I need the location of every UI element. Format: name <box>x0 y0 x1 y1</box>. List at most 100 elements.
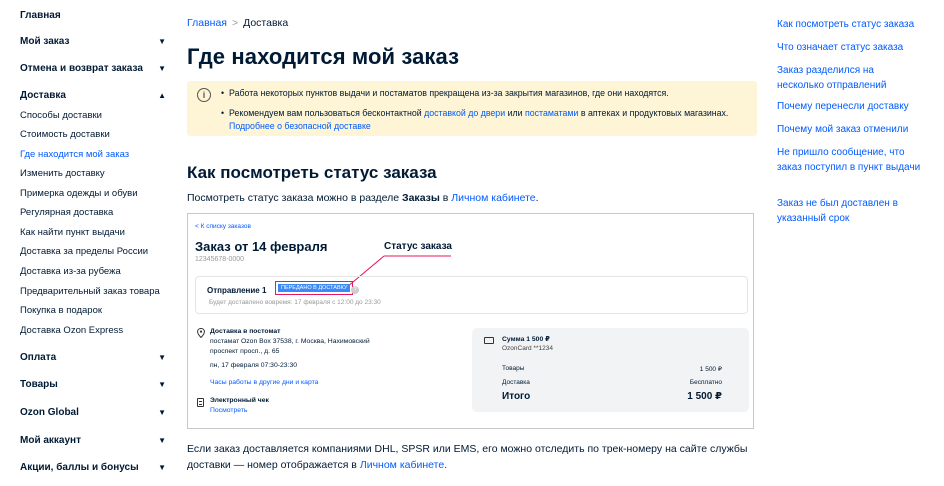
sidebar-section-delivery[interactable]: Доставка ▲ <box>20 89 166 103</box>
hours-map-link: Часы работы в другие дни и карта <box>210 379 319 386</box>
sidebar-section-label: Товары <box>20 379 58 390</box>
sidebar-section-payment[interactable]: Оплата ▼ <box>20 351 166 365</box>
order-number: 12345678-0000 <box>195 256 245 263</box>
chevron-down-icon: ▼ <box>158 380 166 389</box>
sidebar-section-label: Отмена и возврат заказа <box>20 63 143 74</box>
door-delivery-link[interactable]: доставкой до двери <box>424 108 505 118</box>
notice-list: Работа некоторых пунктов выдачи и постам… <box>221 87 751 133</box>
sidebar-section-label: Мой аккаунт <box>20 435 81 446</box>
toc-item-split-order[interactable]: Заказ разделился на несколько отправлени… <box>777 63 897 93</box>
breadcrumb: Главная > Доставка <box>187 17 288 29</box>
sidebar-item-delivery-methods[interactable]: Способы доставки <box>20 109 102 123</box>
sidebar-item-from-abroad[interactable]: Доставка из-за рубежа <box>20 265 121 279</box>
sidebar-section-account[interactable]: Мой аккаунт ▼ <box>20 434 166 448</box>
paragraph-bold: Заказы <box>402 192 440 204</box>
sidebar-section-label: Акции, баллы и бонусы <box>20 462 139 473</box>
shipment-card: Отправление 1 ПЕРЕДАНО В ДОСТАВКУ ? Буде… <box>195 276 748 314</box>
sidebar-section-label: Оплата <box>20 352 57 363</box>
card-number: OzonCard **1234 <box>502 345 553 352</box>
breadcrumb-current: Доставка <box>243 17 289 29</box>
notice-item: Работа некоторых пунктов выдачи и постам… <box>221 87 751 100</box>
order-title: Заказ от 14 февраля <box>195 239 328 254</box>
summary-total: Итого 1 500 ₽ <box>502 391 722 402</box>
sidebar-section-home[interactable]: Главная <box>20 9 166 23</box>
paragraph-text: Если заказ доставляется компаниями DHL, … <box>187 443 748 471</box>
summary-value: 1 500 ₽ <box>699 366 722 373</box>
personal-account-link[interactable]: Личном кабинете <box>360 459 444 471</box>
sidebar-section-ozon-global[interactable]: Ozon Global ▼ <box>20 406 166 420</box>
sidebar-section-label: Доставка <box>20 90 66 101</box>
sidebar-item-find-pickup[interactable]: Как найти пункт выдачи <box>20 226 125 240</box>
status-annotation: Статус заказа <box>384 241 452 252</box>
sidebar-item-regular-delivery[interactable]: Регулярная доставка <box>20 206 113 220</box>
sidebar-section-promotions[interactable]: Акции, баллы и бонусы ▼ <box>20 461 166 475</box>
sidebar-item-delivery-cost[interactable]: Стоимость доставки <box>20 128 110 142</box>
toc-item-not-delivered[interactable]: Заказ не был доставлен в указанный срок <box>777 196 917 226</box>
sum-title: Сумма 1 500 ₽ <box>502 336 550 343</box>
receipt-link: Посмотреть <box>210 407 248 414</box>
total-label: Итого <box>502 391 531 402</box>
info-icon: i <box>197 88 211 102</box>
sidebar-item-gift[interactable]: Покупка в подарок <box>20 304 102 318</box>
delivery-time: Будет доставлено вовремя: 17 февраля с 1… <box>209 299 381 306</box>
sidebar-section-label: Главная <box>20 10 61 21</box>
receipt-icon <box>197 398 204 407</box>
order-screenshot-illustration: < К списку заказов Заказ от 14 февраля 1… <box>187 213 754 429</box>
sidebar-section-goods[interactable]: Товары ▼ <box>20 378 166 392</box>
chevron-down-icon: ▼ <box>158 408 166 417</box>
sidebar-section-my-order[interactable]: Мой заказ ▼ <box>20 35 166 49</box>
chevron-down-icon: ▼ <box>158 64 166 73</box>
sidebar-item-preorder[interactable]: Предварительный заказ товара <box>20 285 160 299</box>
location-pin-icon <box>197 328 205 338</box>
toc-item-cancelled[interactable]: Почему мой заказ отменили <box>777 122 927 137</box>
sidebar-item-outside-russia[interactable]: Доставка за пределы России <box>20 245 148 259</box>
paragraph-text: в <box>439 192 452 204</box>
toc-item-no-message[interactable]: Не пришло сообщение, что заказ поступил … <box>777 145 925 175</box>
address-line: проспект просп., д. 65 <box>210 348 280 355</box>
breadcrumb-home-link[interactable]: Главная <box>187 17 227 29</box>
sidebar-item-fitting[interactable]: Примерка одежды и обуви <box>20 187 138 201</box>
summary-value: Бесплатно <box>689 379 722 386</box>
chevron-down-icon: ▼ <box>158 353 166 362</box>
status-highlight: ПЕРЕДАНО В ДОСТАВКУ <box>275 281 354 295</box>
shipment-label: Отправление 1 <box>207 286 267 295</box>
sidebar-item-ozon-express[interactable]: Доставка Ozon Express <box>20 324 123 338</box>
sidebar-section-label: Ozon Global <box>20 407 79 418</box>
status-paragraph: Посмотреть статус заказа можно в разделе… <box>187 192 539 204</box>
chevron-down-icon: ▼ <box>158 436 166 445</box>
notice-item: Рекомендуем вам пользоваться бесконтактн… <box>221 107 751 133</box>
personal-account-link[interactable]: Личном кабинете <box>451 192 535 204</box>
chevron-down-icon: ▼ <box>158 463 166 472</box>
status-badge: ПЕРЕДАНО В ДОСТАВКУ <box>278 284 351 292</box>
postamat-link[interactable]: постаматами <box>525 108 578 118</box>
safe-delivery-link[interactable]: Подробнее о безопасной доставке <box>229 121 371 131</box>
address-hours: пн, 17 февраля 07:30-23:30 <box>210 362 298 369</box>
notice-text: или <box>505 108 525 118</box>
toc-item-status[interactable]: Как посмотреть статус заказа <box>777 17 927 32</box>
paragraph-text: Посмотреть статус заказа можно в разделе <box>187 192 403 204</box>
summary-row: Доставка Бесплатно <box>502 379 722 386</box>
summary-label: Доставка <box>502 379 530 386</box>
breadcrumb-separator-icon: > <box>231 17 239 29</box>
toc-item-status-meaning[interactable]: Что означает статус заказа <box>777 40 927 55</box>
page-title: Где находится мой заказ <box>187 44 460 69</box>
chevron-up-icon: ▲ <box>158 91 166 100</box>
chevron-down-icon: ▼ <box>158 37 166 46</box>
sidebar-section-label: Мой заказ <box>20 36 70 47</box>
paragraph-text: . <box>535 192 539 204</box>
sidebar-section-cancel-return[interactable]: Отмена и возврат заказа ▼ <box>20 62 166 76</box>
summary-row: Товары 1 500 ₽ <box>502 365 722 373</box>
notice-text: Рекомендуем вам пользоваться бесконтактн… <box>229 108 425 118</box>
paragraph-text: . <box>444 459 448 471</box>
help-icon: ? <box>351 286 359 294</box>
sidebar-item-where-is-order[interactable]: Где находится мой заказ <box>20 148 129 162</box>
sidebar-item-change-delivery[interactable]: Изменить доставку <box>20 167 105 181</box>
back-to-orders-link: < К списку заказов <box>195 223 251 230</box>
section-title: Как посмотреть статус заказа <box>187 163 437 182</box>
notice-text: Работа некоторых пунктов выдачи и постам… <box>229 88 669 98</box>
address-line: постамат Ozon Box 37538, г. Москва, Нахи… <box>210 338 370 345</box>
tracking-paragraph: Если заказ доставляется компаниями DHL, … <box>187 441 757 473</box>
toc-item-postponed[interactable]: Почему перенесли доставку <box>777 99 927 114</box>
card-icon <box>484 337 494 344</box>
total-value: 1 500 ₽ <box>687 391 722 402</box>
